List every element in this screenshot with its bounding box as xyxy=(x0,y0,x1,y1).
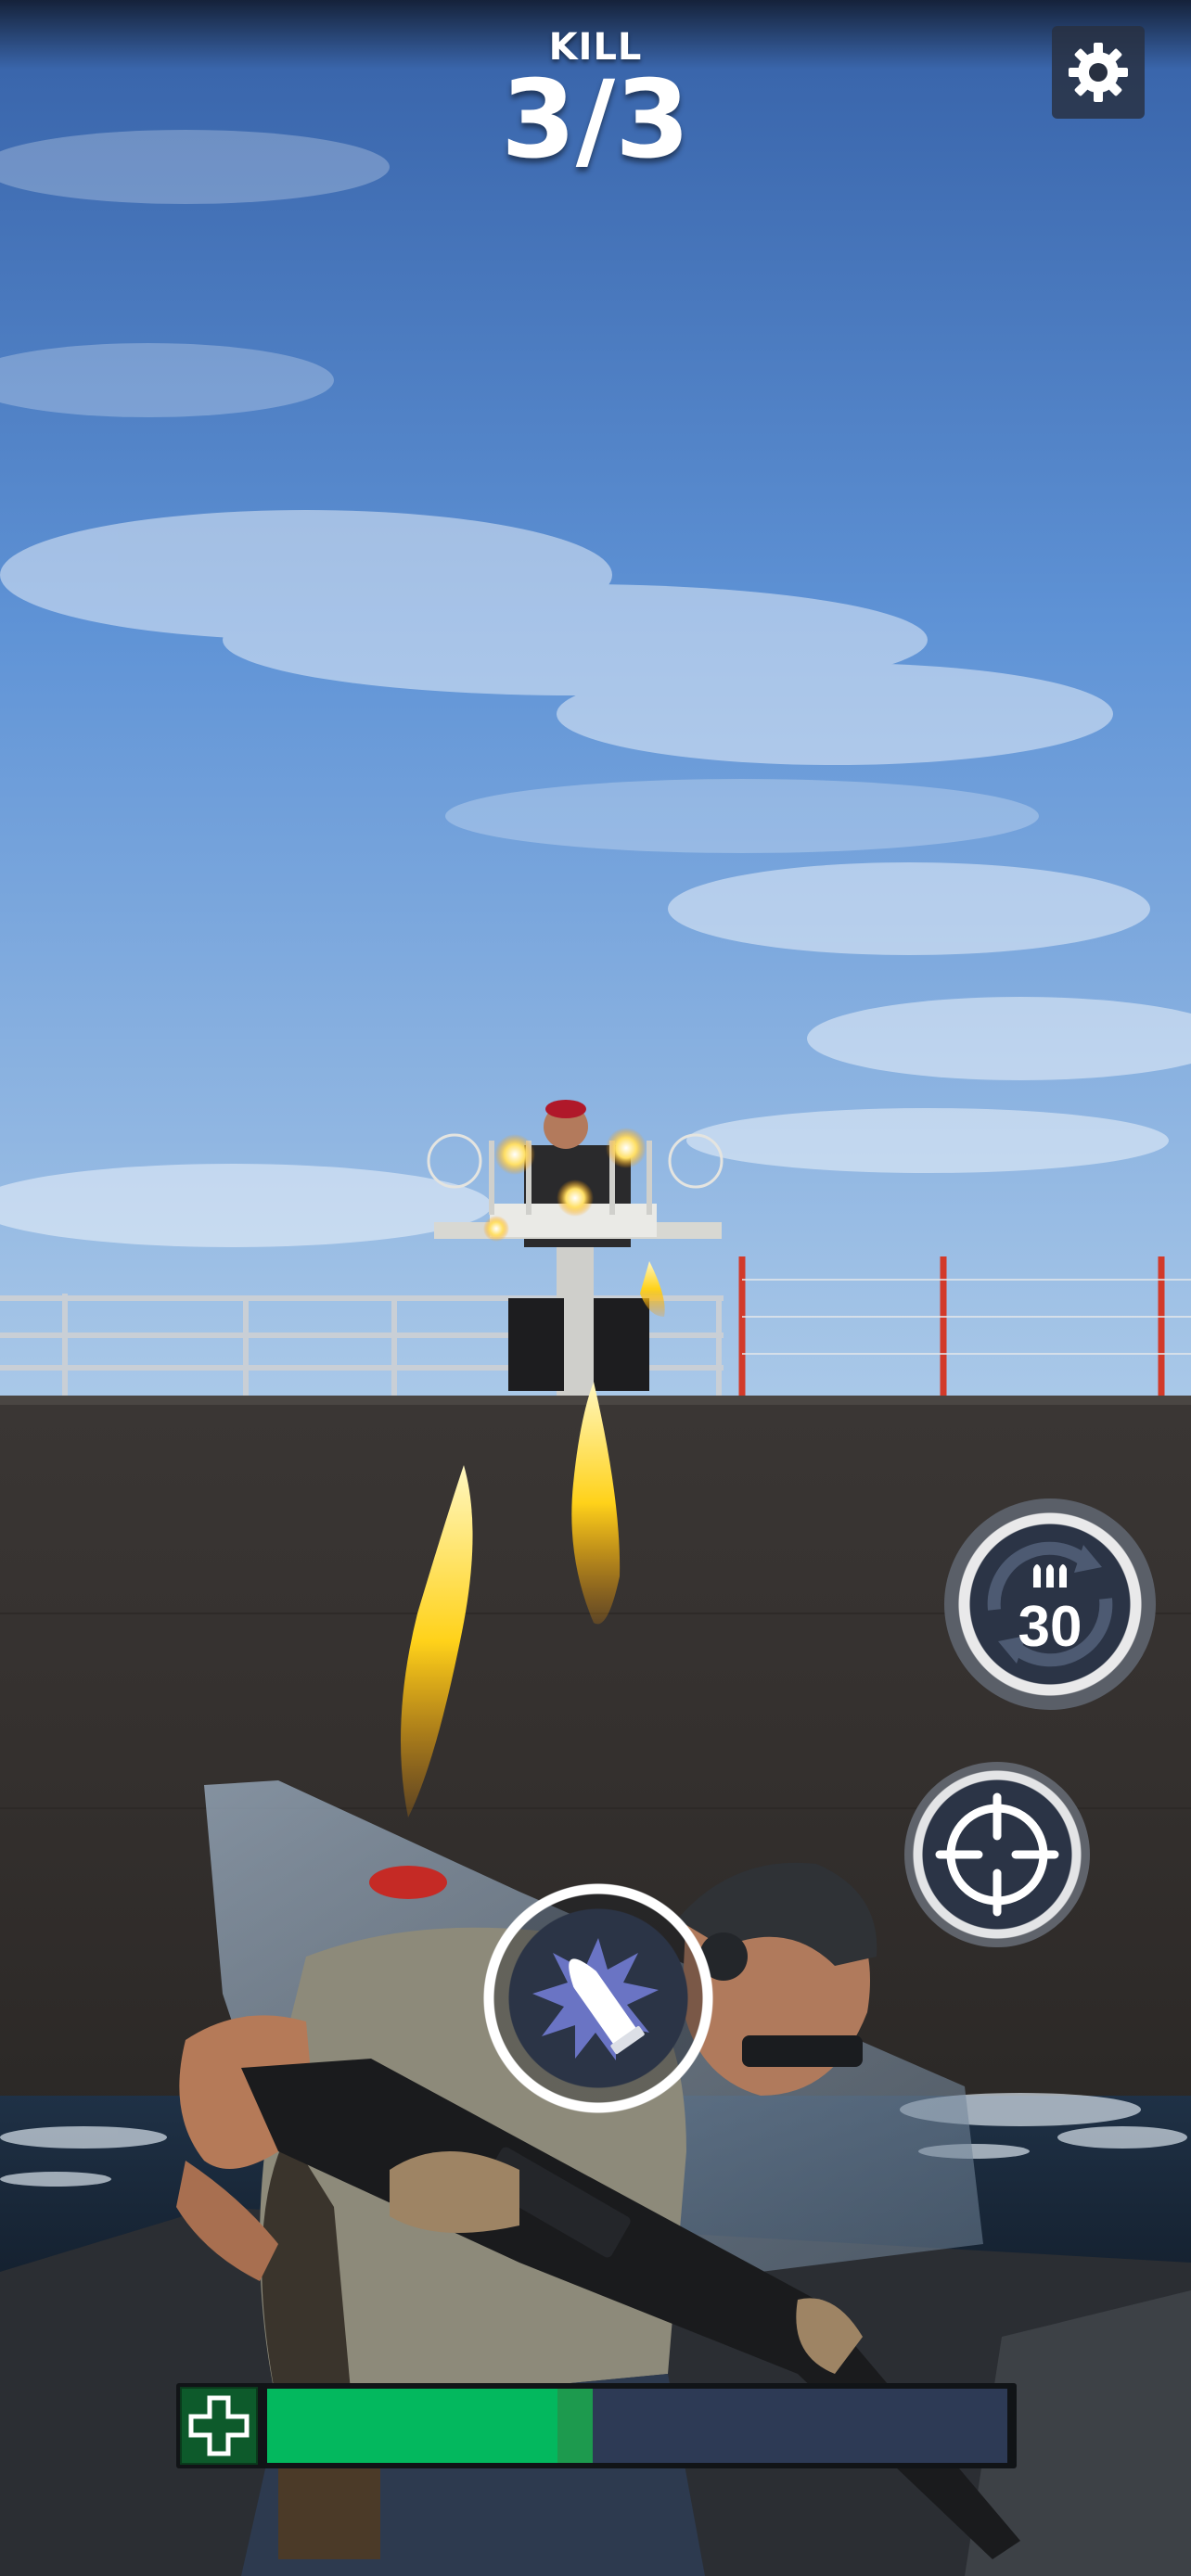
health-fill xyxy=(267,2389,593,2463)
medical-cross-icon xyxy=(188,2395,250,2456)
bullet-fire-icon xyxy=(532,1938,659,2060)
kill-counter: 3/3 xyxy=(501,57,690,183)
health-fill-edge xyxy=(557,2389,593,2463)
game-scene xyxy=(0,0,1191,2576)
fire-button[interactable] xyxy=(480,1881,716,2116)
gear-icon xyxy=(1069,43,1128,102)
health-bar xyxy=(176,2383,1017,2468)
settings-button[interactable] xyxy=(1052,26,1145,119)
reload-button[interactable]: 30 xyxy=(944,1498,1156,1710)
game-screen: KILL 3/3 30 xyxy=(0,0,1191,2576)
ammo-count: 30 xyxy=(1018,1595,1082,1659)
crosshair-icon xyxy=(935,1792,1059,1917)
health-track xyxy=(267,2389,1007,2463)
aim-button[interactable] xyxy=(904,1762,1090,1947)
health-icon-box xyxy=(180,2387,258,2465)
